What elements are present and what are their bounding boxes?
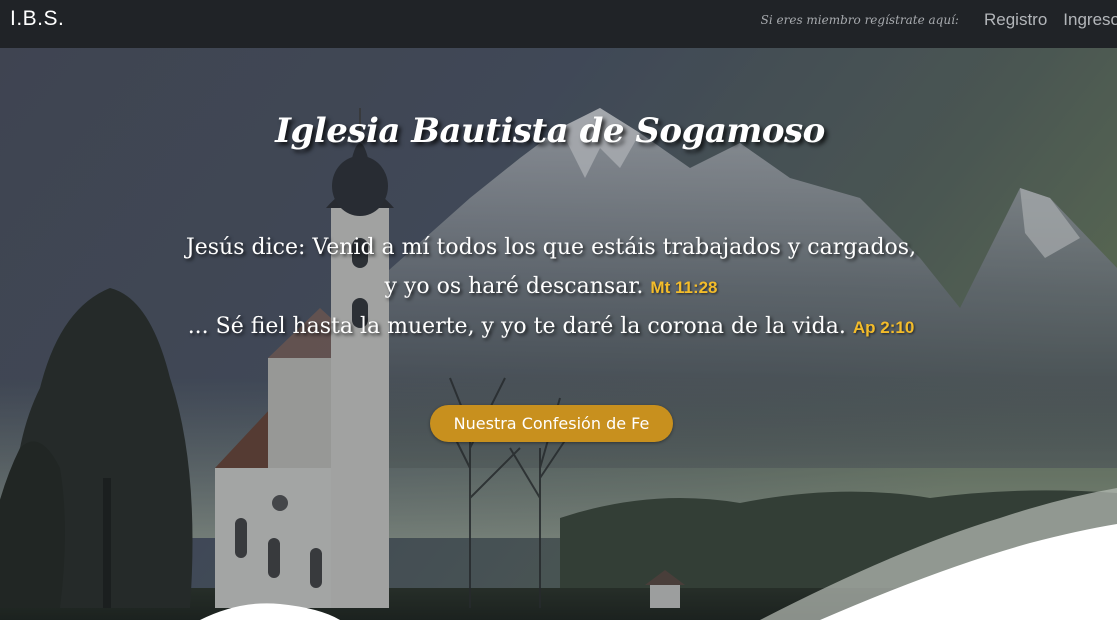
register-link[interactable]: Registro: [984, 10, 1047, 30]
verse-block: Jesús dice: Venid a mí todos los que est…: [0, 228, 1102, 347]
verse-text: y yo os haré descansar.: [384, 274, 644, 299]
verse-reference: Mt 11:28: [650, 278, 718, 297]
verse-reference: Ap 2:10: [852, 318, 915, 337]
hero-banner: Iglesia Bautista de Sogamoso Jesús dice:…: [0, 48, 1117, 620]
login-link[interactable]: Ingreso: [1063, 10, 1117, 30]
verse-text: ... Sé fiel hasta la muerte, y yo te dar…: [187, 314, 846, 339]
verse-line: ... Sé fiel hasta la muerte, y yo te dar…: [0, 307, 1102, 347]
top-navbar: I.B.S. Si eres miembro regístrate aquí: …: [0, 0, 1117, 48]
verse-line: Jesús dice: Venid a mí todos los que est…: [185, 235, 917, 260]
nav-right-group: Si eres miembro regístrate aquí: Registr…: [761, 0, 1117, 40]
confession-of-faith-button[interactable]: Nuestra Confesión de Fe: [430, 405, 673, 442]
page-title: Iglesia Bautista de Sogamoso: [275, 111, 825, 151]
verse-line: y yo os haré descansar. Mt 11:28: [0, 267, 1102, 307]
brand-logo-link[interactable]: I.B.S.: [10, 7, 64, 31]
member-prompt-text: Si eres miembro regístrate aquí:: [760, 13, 959, 27]
